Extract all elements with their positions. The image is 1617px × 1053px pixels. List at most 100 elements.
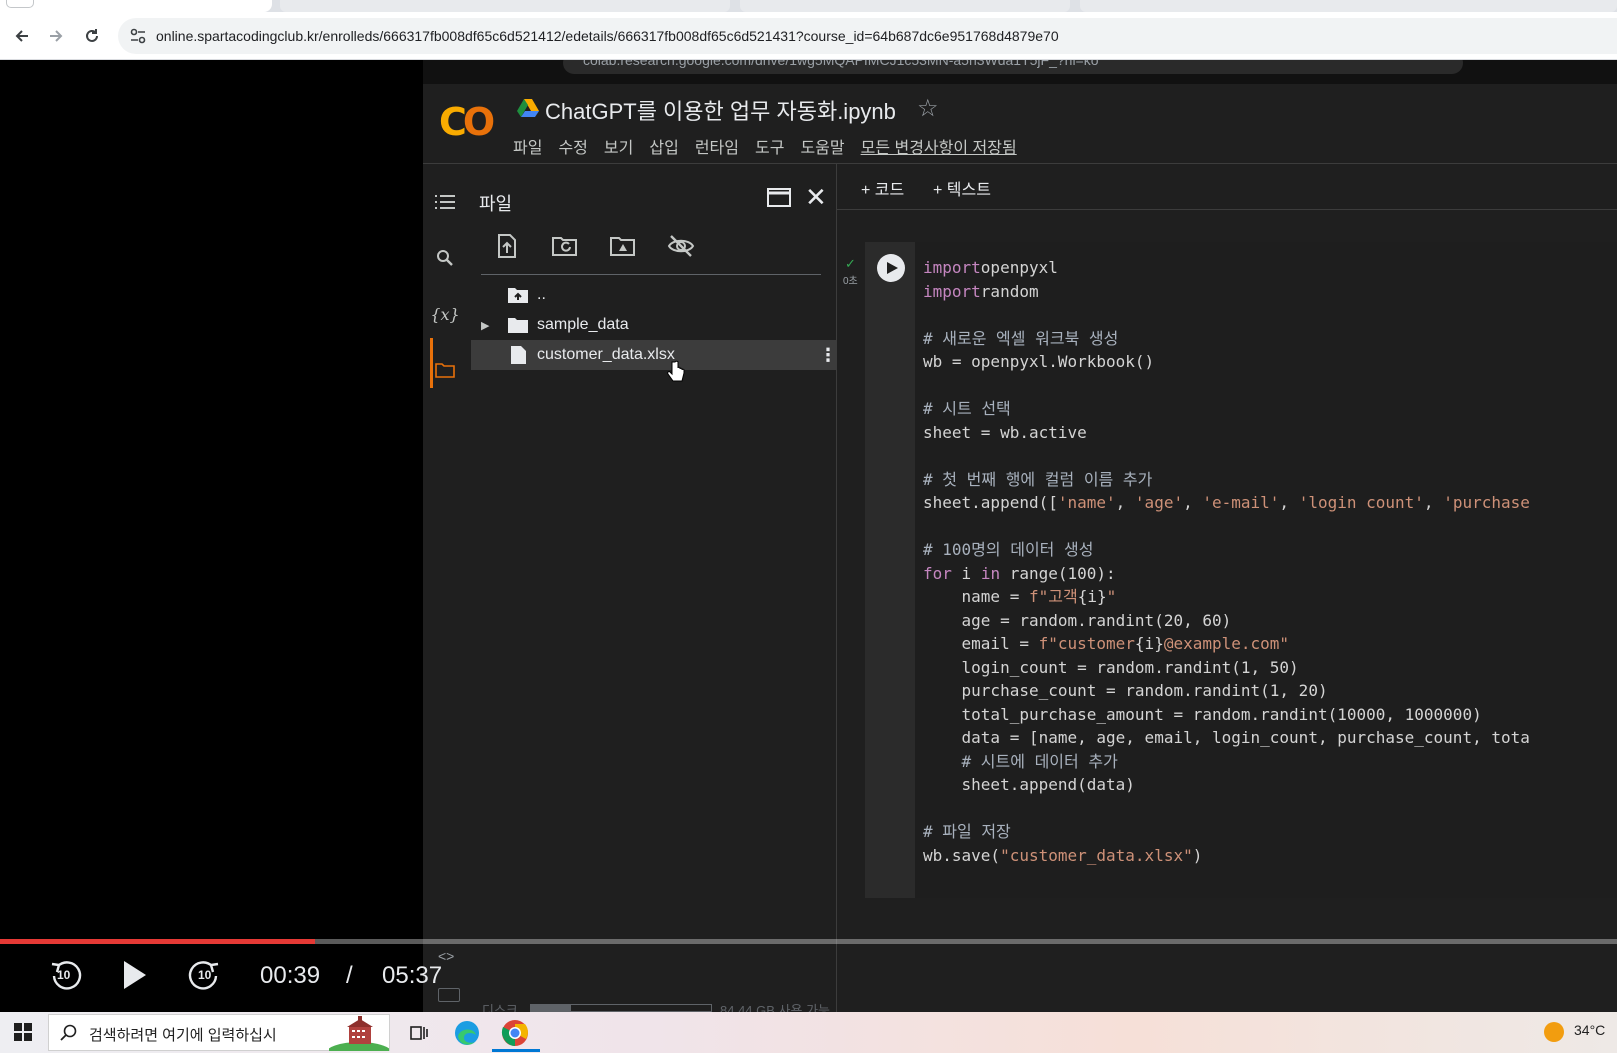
search-icon [60, 1024, 77, 1041]
forward-10-button[interactable]: 10 [188, 958, 222, 992]
code-token: sheet = wb.active [923, 422, 1087, 442]
code-token: for [923, 563, 952, 583]
play-icon [124, 961, 146, 989]
back-button[interactable] [10, 22, 34, 50]
task-view-icon[interactable] [404, 1018, 434, 1048]
forward-button[interactable] [44, 22, 68, 50]
hide-hidden-files-icon[interactable] [667, 232, 695, 260]
site-info-icon[interactable] [128, 26, 148, 46]
video-player[interactable]: colab.research.google.com/drive/1wg5MQAP… [0, 60, 1617, 1018]
code-token: 'login count' [1298, 493, 1424, 512]
code-token: , [1115, 493, 1135, 512]
code-editor[interactable]: importopenpyxl importrandom # 새로운 엑셀 워크북 생… [923, 256, 1530, 867]
code-token: # 파일 저장 [923, 822, 1011, 841]
search-icon[interactable] [433, 246, 457, 270]
check-icon: ✓ [845, 256, 856, 271]
mount-drive-icon[interactable] [609, 232, 637, 260]
code-line: sheet.append(['name', 'age', 'e-mail', '… [923, 491, 1530, 515]
notebook-title[interactable]: ChatGPT를 이용한 업무 자동화.ipynb [545, 94, 896, 126]
saved-status[interactable]: 모든 변경사항이 저장됨 [861, 134, 1017, 158]
code-token: login_count = random.randint(1, 50) [923, 657, 1299, 677]
edge-icon[interactable] [452, 1018, 482, 1048]
hand-cursor-icon [667, 360, 685, 382]
colab-screen-recording: colab.research.google.com/drive/1wg5MQAP… [423, 60, 1617, 1012]
folder-icon[interactable] [433, 358, 457, 382]
upload-file-icon[interactable] [493, 232, 521, 260]
tab[interactable] [1080, 0, 1617, 12]
close-icon[interactable]: ✕ [805, 182, 827, 213]
forward-label: 10 [198, 968, 212, 982]
divider [481, 274, 821, 275]
add-text-button[interactable]: + 텍스트 [933, 176, 991, 200]
tree-item-sample-data[interactable]: ▶ sample_data [471, 310, 837, 340]
weather-sun-icon[interactable] [1544, 1022, 1564, 1042]
code-line: total_purchase_amount = random.randint(1… [923, 703, 1530, 727]
code-line: # 시트에 데이터 추가 [923, 750, 1530, 774]
variables-icon[interactable]: {x} [430, 302, 459, 326]
weather-temperature[interactable]: 34°C [1574, 1022, 1605, 1038]
menu-view[interactable]: 보기 [604, 134, 633, 158]
add-code-button[interactable]: + 코드 [861, 176, 904, 200]
keyboard-icon [438, 988, 460, 1002]
code-token: f"customer [1038, 634, 1135, 653]
notebook-area: + 코드 + 텍스트 ✓ 0초 importopenpyxl importrand… [837, 164, 1617, 1012]
code-token: @example.com" [1163, 634, 1290, 653]
code-token: " [1106, 587, 1117, 606]
code-token: # 시트에 데이터 추가 [923, 751, 1118, 771]
more-vert-icon[interactable]: ⋮ [819, 345, 837, 366]
code-token: total_purchase_amount = random.randint(1… [923, 704, 1482, 724]
code-token: import [923, 258, 981, 277]
active-tab[interactable] [0, 0, 272, 12]
tree-item-parent[interactable]: .. [471, 280, 837, 310]
menu-insert[interactable]: 삽입 [649, 134, 678, 158]
play-button[interactable] [120, 958, 150, 992]
address-bar[interactable]: online.spartacodingclub.kr/enrolleds/666… [118, 18, 1617, 54]
expand-caret-icon[interactable]: ▶ [481, 319, 489, 332]
tree-item-customer-data[interactable]: customer_data.xlsx ⋮ [471, 340, 837, 370]
menu-runtime[interactable]: 런타임 [695, 134, 739, 158]
url-text[interactable]: online.spartacodingclub.kr/enrolleds/666… [156, 28, 1059, 44]
code-token: 'e-mail' [1202, 493, 1280, 512]
colab-header: CO ChatGPT를 이용한 업무 자동화.ipynb ☆ 파일 수정 보기 … [423, 84, 1617, 164]
video-letterbox [0, 60, 423, 1012]
tab-favicon [6, 0, 34, 8]
code-token: wb = openpyxl.Workbook() [923, 352, 1155, 371]
menu-edit[interactable]: 수정 [558, 134, 587, 158]
code-line: importopenpyxl [923, 256, 1530, 280]
rewind-10-button[interactable]: 10 [48, 958, 82, 992]
taskbar-search[interactable]: 검색하려면 여기에 입력하십시 [48, 1014, 390, 1051]
code-cell[interactable]: ✓ 0초 importopenpyxl importrandom # 새로운 엑셀 … [843, 242, 1617, 898]
tab[interactable] [740, 0, 1070, 12]
menu-help[interactable]: 도움말 [800, 134, 844, 158]
screen: online.spartacodingclub.kr/enrolleds/666… [0, 0, 1617, 1053]
code-token: wb.save( [923, 845, 1001, 865]
player-controls: <> 디스크 84.44 GB 사용 가능 10 10 00:39 / 05:3… [0, 944, 1617, 1018]
star-icon[interactable]: ☆ [917, 94, 939, 123]
code-token: ) [1192, 845, 1203, 865]
reload-button[interactable] [80, 22, 104, 50]
toc-icon[interactable] [433, 190, 457, 214]
popout-icon[interactable] [767, 186, 793, 208]
refresh-folder-icon[interactable] [551, 232, 579, 260]
code-token: i [951, 563, 981, 583]
search-highlight-image [329, 1016, 389, 1051]
tab[interactable] [280, 0, 730, 12]
windows-start-icon[interactable] [14, 1023, 32, 1041]
code-line: data = [name, age, email, login_count, p… [923, 726, 1530, 750]
menu-file[interactable]: 파일 [513, 134, 542, 158]
cell-toolbar: + 코드 + 텍스트 [837, 164, 1617, 210]
code-token: email = [923, 634, 1039, 653]
back-arrow-icon [15, 30, 28, 42]
code-token: in [980, 563, 1001, 583]
run-cell-button[interactable] [877, 254, 905, 282]
code-line: purchase_count = random.randint(1, 20) [923, 679, 1530, 703]
chrome-icon[interactable] [500, 1018, 530, 1048]
parent-folder-icon [508, 288, 528, 303]
code-line: wb = openpyxl.Workbook() [923, 350, 1530, 374]
menu-tools[interactable]: 도구 [755, 134, 784, 158]
search-placeholder: 검색하려면 여기에 입력하십시 [89, 1027, 277, 1044]
recorded-browser-bar: colab.research.google.com/drive/1wg5MQAP… [423, 60, 1617, 84]
code-token: data = [name, age, email, login_count, p… [923, 728, 1530, 747]
code-token: sheet.append(data) [923, 775, 1135, 794]
